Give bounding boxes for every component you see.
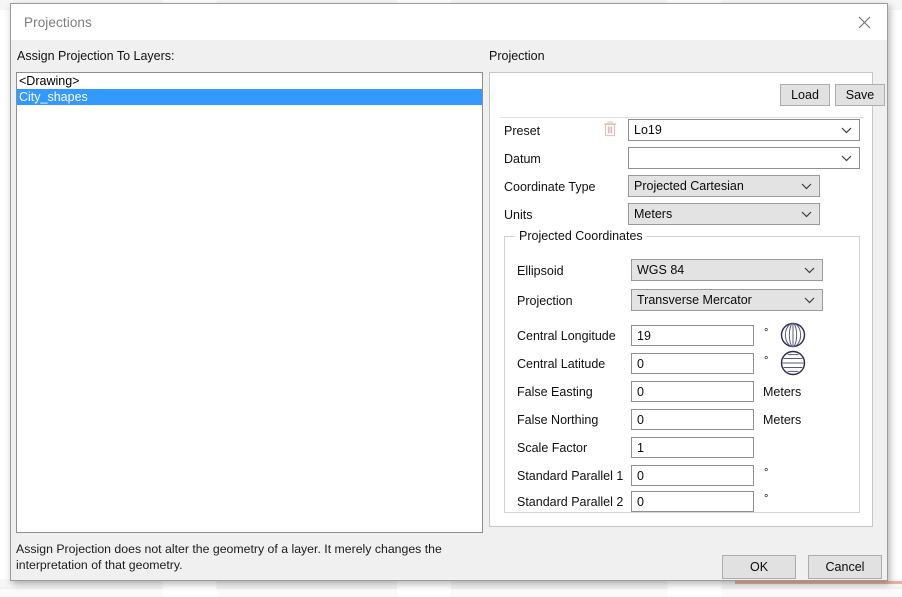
standard-parallel-2-value: 0 — [637, 495, 644, 509]
false-northing-label: False Northing — [517, 413, 599, 427]
false-easting-label: False Easting — [517, 385, 593, 399]
chevron-down-icon — [841, 148, 852, 168]
false-northing-unit: Meters — [763, 413, 802, 427]
chevron-down-icon — [804, 260, 815, 280]
coordinate-type-dropdown[interactable]: Projected Cartesian — [628, 175, 820, 197]
central-longitude-label: Central Longitude — [517, 329, 616, 343]
background-ghost-bottom-secondary — [0, 587, 902, 597]
projection-panel: Load Save Preset Lo19 Datum Coordinate T… — [489, 72, 885, 527]
scale-factor-value: 1 — [637, 441, 644, 455]
central-longitude-value: 19 — [637, 329, 651, 343]
central-latitude-unit: ° — [764, 355, 769, 367]
list-item[interactable]: <Drawing> — [17, 73, 482, 89]
false-easting-unit: Meters — [763, 385, 802, 399]
preset-label: Preset — [504, 124, 541, 138]
list-item[interactable]: City_shapes — [17, 89, 482, 105]
false-easting-value: 0 — [637, 385, 644, 399]
standard-parallel-2-input[interactable]: 0 — [631, 491, 754, 512]
layer-list[interactable]: <Drawing> City_shapes — [16, 72, 483, 533]
cancel-button[interactable]: Cancel — [808, 555, 882, 579]
preset-combo[interactable]: Lo19 — [628, 119, 860, 141]
central-latitude-input[interactable]: 0 — [631, 353, 754, 374]
scale-factor-input[interactable]: 1 — [631, 437, 754, 458]
datum-label: Datum — [504, 152, 541, 166]
projection-dropdown[interactable]: Transverse Mercator — [631, 289, 823, 311]
ellipsoid-value: WGS 84 — [637, 263, 685, 277]
chevron-down-icon — [801, 176, 812, 196]
ellipsoid-dropdown[interactable]: WGS 84 — [631, 259, 823, 281]
panel-divider — [500, 117, 864, 118]
projection-value: Transverse Mercator — [637, 293, 752, 307]
projections-dialog: Projections Assign Projection To Layers:… — [10, 3, 888, 581]
units-value: Meters — [634, 207, 673, 221]
false-northing-input[interactable]: 0 — [631, 409, 754, 430]
central-longitude-unit: ° — [764, 327, 769, 339]
standard-parallel-1-label: Standard Parallel 1 — [517, 469, 624, 483]
scale-factor-label: Scale Factor — [517, 441, 588, 455]
chevron-down-icon — [841, 120, 852, 140]
background-ghost-accent — [735, 581, 902, 584]
save-button[interactable]: Save — [835, 84, 885, 106]
standard-parallel-2-label: Standard Parallel 2 — [517, 495, 624, 509]
central-latitude-value: 0 — [637, 357, 644, 371]
assign-projection-label: Assign Projection To Layers: — [17, 49, 175, 63]
standard-parallel-2-unit: ° — [764, 493, 769, 505]
ellipsoid-label: Ellipsoid — [517, 264, 564, 278]
projection-label: Projection — [517, 294, 573, 308]
standard-parallel-1-value: 0 — [637, 469, 644, 483]
title-bar: Projections — [11, 4, 887, 40]
standard-parallel-1-input[interactable]: 0 — [631, 465, 754, 486]
coordinate-type-label: Coordinate Type — [504, 180, 596, 194]
coordinate-type-value: Projected Cartesian — [634, 179, 744, 193]
close-icon[interactable] — [841, 4, 887, 40]
central-longitude-input[interactable]: 19 — [631, 325, 754, 346]
false-northing-value: 0 — [637, 413, 644, 427]
window-title: Projections — [24, 15, 92, 30]
chevron-down-icon — [804, 290, 815, 310]
central-latitude-label: Central Latitude — [517, 357, 606, 371]
projected-coordinates-title: Projected Coordinates — [515, 229, 647, 243]
ok-button[interactable]: OK — [722, 555, 796, 579]
projected-coordinates-group: Projected Coordinates Ellipsoid WGS 84 P… — [504, 229, 860, 513]
units-label: Units — [504, 208, 533, 222]
chevron-down-icon — [801, 204, 812, 224]
false-easting-input[interactable]: 0 — [631, 381, 754, 402]
projection-section-label: Projection — [489, 49, 545, 63]
load-button[interactable]: Load — [780, 84, 830, 106]
assign-projection-note: Assign Projection does not alter the geo… — [16, 542, 442, 572]
globe-parallels-icon — [780, 350, 806, 381]
standard-parallel-1-unit: ° — [764, 467, 769, 479]
globe-meridians-icon — [780, 322, 806, 353]
units-dropdown[interactable]: Meters — [628, 203, 820, 225]
datum-combo[interactable] — [628, 147, 860, 169]
preset-value: Lo19 — [634, 123, 662, 137]
trash-icon[interactable] — [603, 121, 617, 142]
